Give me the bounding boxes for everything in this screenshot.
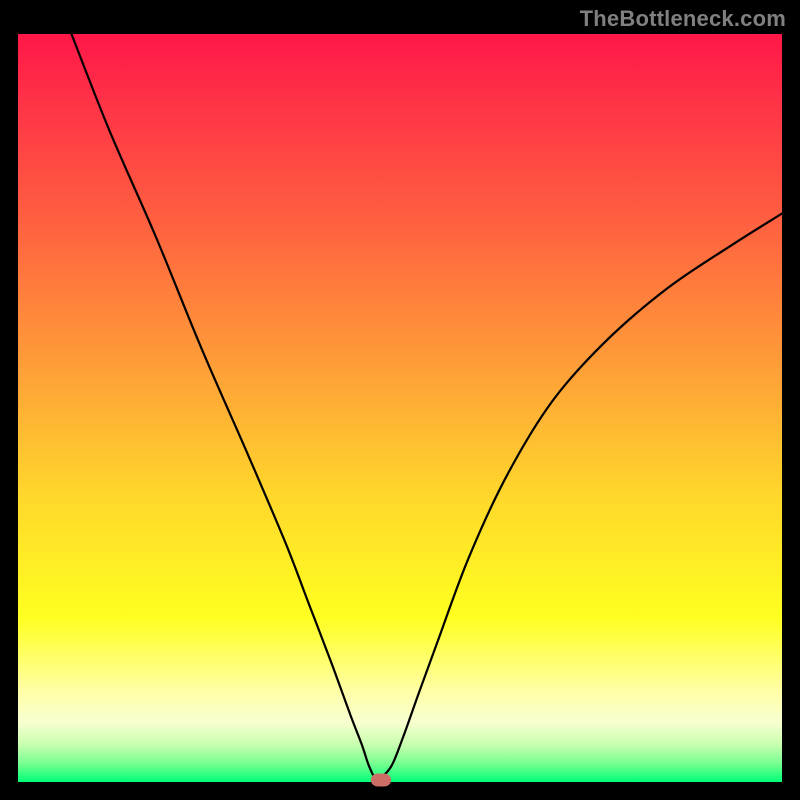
bottleneck-curve <box>18 34 782 782</box>
optimum-marker <box>371 773 391 786</box>
curve-path <box>72 34 783 778</box>
chart-frame: TheBottleneck.com <box>0 0 800 800</box>
watermark-text: TheBottleneck.com <box>580 6 786 32</box>
plot-area <box>18 34 782 782</box>
